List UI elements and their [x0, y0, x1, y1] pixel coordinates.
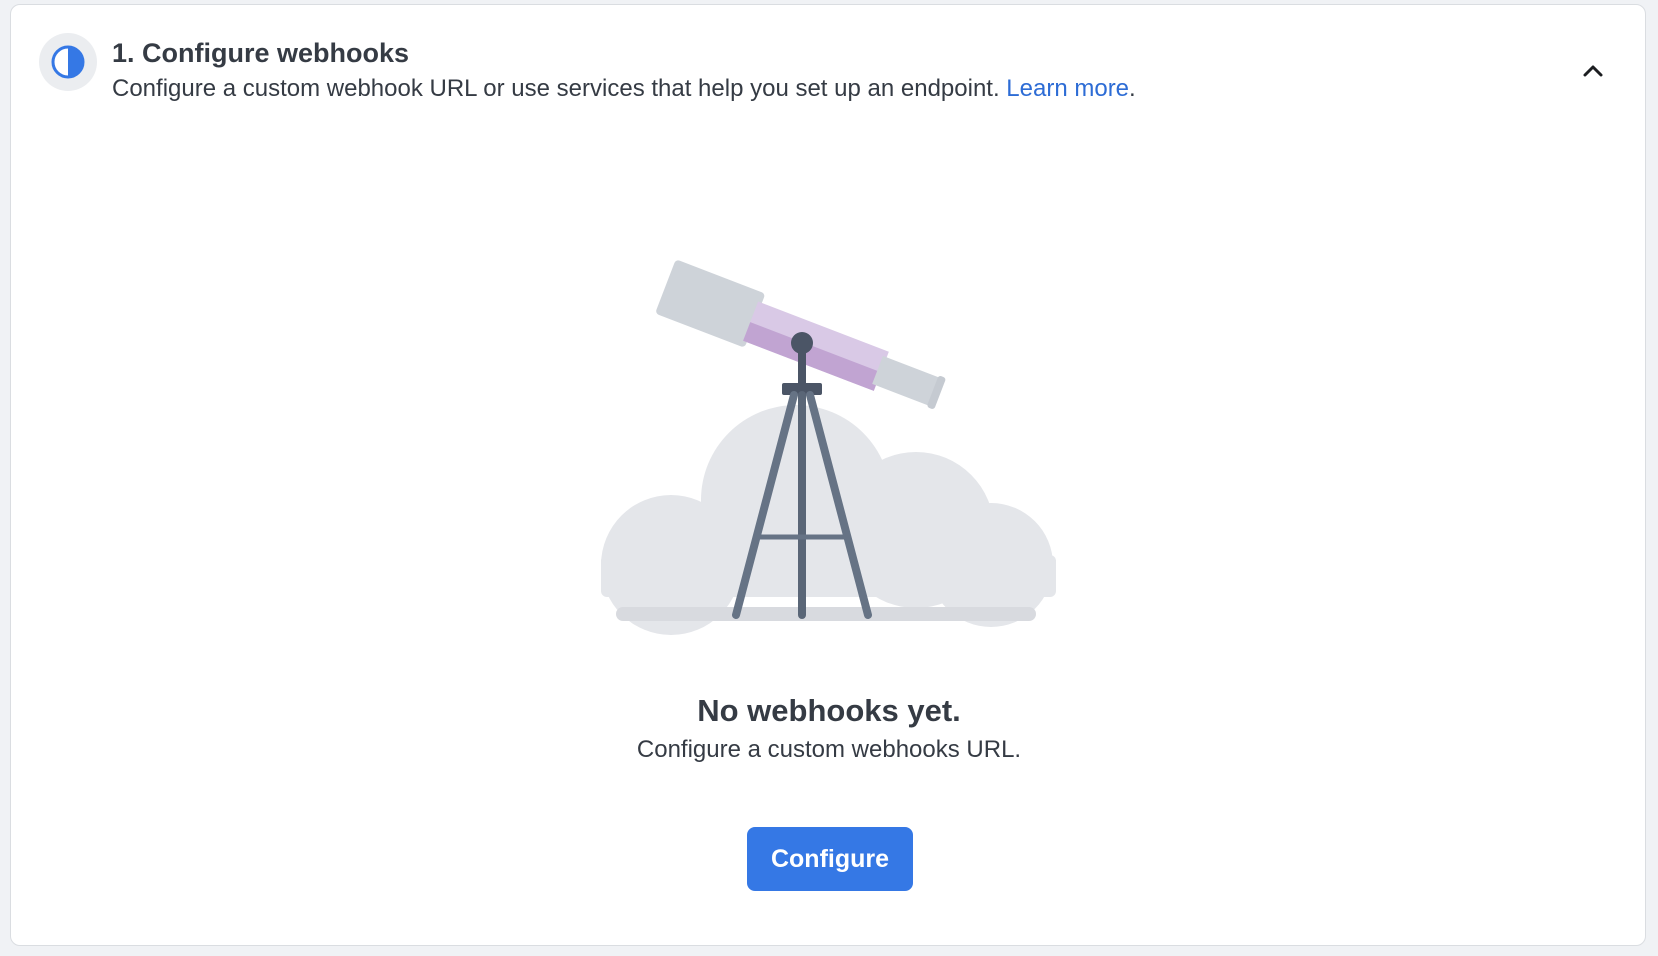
- step-description: Configure a custom webhook URL or use se…: [112, 73, 1136, 105]
- empty-state-title: No webhooks yet.: [697, 693, 961, 728]
- telescope-illustration: [601, 260, 1056, 635]
- step-progress-icon: [39, 33, 97, 91]
- description-period: .: [1129, 75, 1136, 102]
- learn-more-link[interactable]: Learn more: [1006, 75, 1129, 102]
- step-description-text: Configure a custom webhook URL or use se…: [112, 75, 1000, 102]
- step-title: 1. Configure webhooks: [112, 38, 410, 68]
- collapse-button[interactable]: [1569, 51, 1617, 91]
- chevron-up-icon: [1583, 65, 1603, 77]
- empty-state-subtitle: Configure a custom webhooks URL.: [636, 736, 1022, 763]
- configure-webhooks-card: 1. Configure webhooks Configure a custom…: [10, 4, 1646, 946]
- configure-button[interactable]: Configure: [747, 827, 913, 891]
